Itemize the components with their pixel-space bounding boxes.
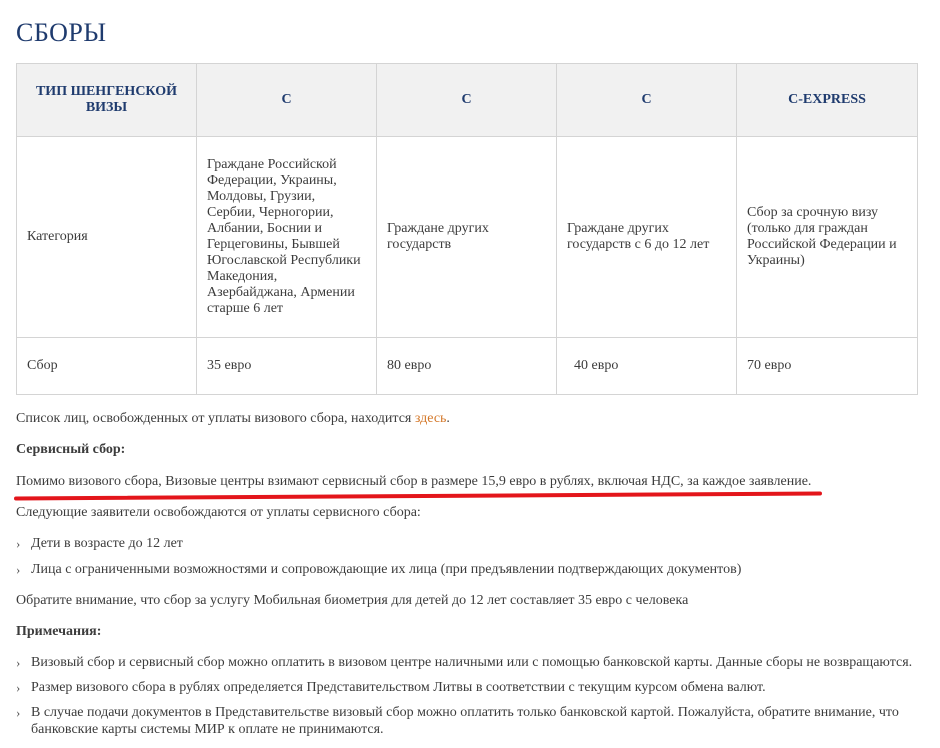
list-item-text: Лица с ограниченными возможностями и соп… bbox=[31, 562, 742, 577]
service-exempt-intro: Следующие заявители освобождаются от упл… bbox=[16, 505, 421, 520]
chevron-right-icon: › bbox=[16, 536, 21, 551]
service-text: Помимо визового сбора, Визовые центры вз… bbox=[16, 474, 812, 489]
list-item: › Размер визового сбора в рублях определ… bbox=[16, 679, 926, 704]
table-row-category: Категория Граждане Российской Федерации,… bbox=[16, 136, 918, 338]
cell-category-label: Категория bbox=[16, 136, 197, 338]
list-item: › В случае подачи документов в Представи… bbox=[16, 704, 926, 738]
exempt-text: Список лиц, освобожденных от уплаты визо… bbox=[16, 411, 415, 426]
header-visa-type: ТИП ШЕНГЕНСКОЙ ВИЗЫ bbox=[16, 63, 197, 137]
chevron-right-icon: › bbox=[16, 705, 21, 720]
cell-category: Граждане других государств с 6 до 12 лет bbox=[556, 136, 737, 338]
chevron-right-icon: › bbox=[16, 562, 21, 577]
list-item: › Визовый сбор и сервисный сбор можно оп… bbox=[16, 654, 926, 679]
biometrics-note: Обратите внимание, что сбор за услугу Мо… bbox=[16, 593, 689, 608]
header-c-express: C-EXPRESS bbox=[736, 63, 918, 137]
chevron-right-icon: › bbox=[16, 655, 21, 670]
cell-fee: 70 евро bbox=[736, 337, 918, 395]
list-item-text: Размер визового сбора в рублях определяе… bbox=[31, 680, 766, 695]
fees-table: ТИП ШЕНГЕНСКОЙ ВИЗЫ C C C C-EXPRESS Кате… bbox=[16, 63, 918, 395]
service-heading: Сервисный сбор: bbox=[16, 442, 126, 457]
list-item: › Дети в возрасте до 12 лет bbox=[16, 535, 926, 561]
header-c: C bbox=[556, 63, 737, 137]
highlight-underline bbox=[13, 491, 823, 501]
table-row-fee: Сбор 35 евро 80 евро 40 евро 70 евро bbox=[16, 337, 918, 395]
cell-category: Граждане других государств bbox=[376, 136, 557, 338]
notes-list: › Визовый сбор и сервисный сбор можно оп… bbox=[16, 654, 926, 738]
list-item-text: В случае подачи документов в Представите… bbox=[31, 705, 899, 737]
list-item: › Лица с ограниченными возможностями и с… bbox=[16, 561, 926, 578]
chevron-right-icon: › bbox=[16, 680, 21, 695]
cell-fee: 40 евро bbox=[556, 337, 737, 395]
exempt-link[interactable]: здесь bbox=[415, 411, 447, 426]
service-exempt-list: › Дети в возрасте до 12 лет › Лица с огр… bbox=[16, 535, 926, 578]
list-item-text: Дети в возрасте до 12 лет bbox=[31, 536, 183, 551]
cell-category: Граждане Российской Федерации, Украины, … bbox=[196, 136, 377, 338]
notes-heading: Примечания: bbox=[16, 624, 102, 639]
table-header-row: ТИП ШЕНГЕНСКОЙ ВИЗЫ C C C C-EXPRESS bbox=[16, 63, 918, 137]
exempt-end: . bbox=[446, 411, 450, 426]
list-item-text: Визовый сбор и сервисный сбор можно опла… bbox=[31, 655, 913, 670]
exempt-paragraph: Список лиц, освобожденных от уплаты визо… bbox=[16, 410, 926, 427]
cell-fee: 80 евро bbox=[376, 337, 557, 395]
cell-fee-label: Сбор bbox=[16, 337, 197, 395]
cell-fee: 35 евро bbox=[196, 337, 377, 395]
cell-category: Сбор за срочную визу (только для граждан… bbox=[736, 136, 918, 338]
page-title: СБОРЫ bbox=[16, 18, 107, 47]
header-c: C bbox=[376, 63, 557, 137]
header-c: C bbox=[196, 63, 377, 137]
